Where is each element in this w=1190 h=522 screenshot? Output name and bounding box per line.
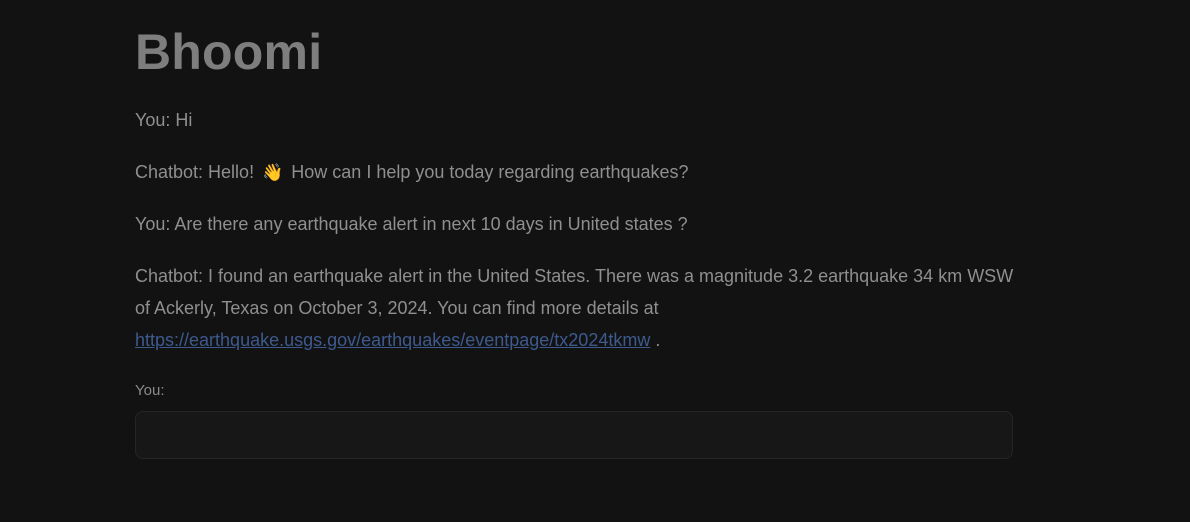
chatbot-message: Chatbot: I found an earthquake alert in … [135,260,1015,356]
chatbot-message-suffix: How can I help you today regarding earth… [291,162,689,182]
chatbot-message-prefix: Chatbot: Hello! [135,162,255,182]
usgs-event-link[interactable]: https://earthquake.usgs.gov/earthquakes/… [135,330,650,350]
user-message: You: Are there any earthquake alert in n… [135,214,688,234]
chat-input[interactable] [135,411,1013,459]
input-label: You: [135,382,165,399]
user-message: You: Hi [135,110,193,130]
page-title: Bhoomi [135,24,323,80]
chatbot-message-end: . [650,330,661,350]
chatbot-message: Chatbot: Hello! 👋 How can I help you tod… [135,156,1015,189]
waving-hand-icon: 👋 [262,163,284,182]
chatbot-message-text: Chatbot: I found an earthquake alert in … [135,266,1014,318]
